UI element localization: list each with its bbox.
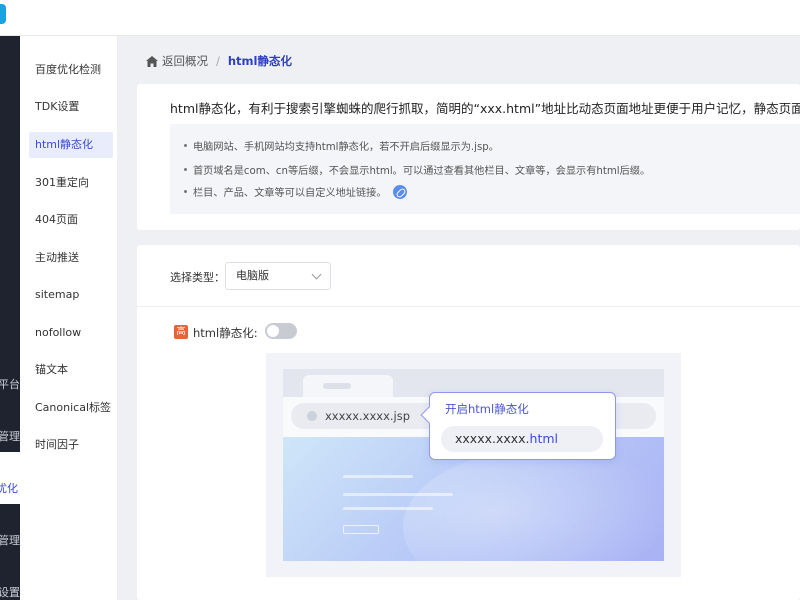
popover-title: 开启html静态化 [445, 402, 529, 416]
notice-item: 栏目、产品、文章等可以自定义地址链接。 [184, 184, 407, 199]
notice-text: 首页域名是com、cn等后缀，不会显示html。可以通过查看其他栏目、文章等，会… [193, 166, 651, 177]
submenu-item-baidu-check[interactable]: 百度优化检测 [29, 57, 113, 83]
bullet-icon [184, 190, 187, 193]
html-popover: 开启html静态化 xxxxx.xxxx.html [420, 392, 616, 460]
settings-card: 选择类型： 电脑版 高 html静态化: xxxxx.xxxx.jsp 开启ht… [137, 245, 800, 600]
submenu-item-301[interactable]: 301重定向 [29, 170, 113, 196]
notice-box: 电脑网站、手机网站均支持html静态化，若不开启后缀显示为.jsp。 首页域名是… [170, 124, 800, 214]
placeholder-line [343, 475, 413, 478]
submenu-item-tdk[interactable]: TDK设置 [29, 94, 113, 120]
breadcrumb: 返回概况 / html静态化 [146, 52, 292, 70]
placeholder-button [343, 525, 379, 534]
url-dot-icon [307, 411, 317, 421]
main-sidebar-dark-top: 平台 管理 [0, 36, 20, 452]
type-select-value: 电脑版 [236, 269, 269, 282]
chevron-down-icon [311, 269, 322, 280]
page-title: html静态化 [227, 54, 292, 68]
submenu-item-push[interactable]: 主动推送 [29, 245, 113, 271]
popover-url: xxxxx.xxxx.html [441, 426, 603, 452]
notice-text: 电脑网站、手机网站均支持html静态化，若不开启后缀显示为.jsp。 [193, 142, 499, 153]
html-static-toggle[interactable] [265, 323, 297, 339]
browser-tab [303, 375, 393, 397]
submenu-item-anchor-text[interactable]: 锚文本 [29, 357, 113, 383]
breadcrumb-separator: / [216, 54, 220, 68]
submenu-item-time-factor[interactable]: 时间因子 [29, 432, 113, 458]
submenu-item-html-static[interactable]: html静态化 [29, 132, 113, 158]
divider [137, 306, 800, 307]
submenu-item-nofollow[interactable]: nofollow [29, 320, 113, 346]
logo [0, 4, 6, 24]
popover-url-base: xxxxx.xxxx. [455, 431, 530, 446]
main-nav-item-manage-2[interactable]: 管理 [0, 532, 20, 548]
popover-url-ext: html [529, 431, 559, 446]
main-sidebar-dark-bottom: 管理 设置 [0, 504, 20, 600]
type-label: 选择类型： [170, 271, 225, 284]
top-header [0, 0, 800, 36]
url-text: xxxxx.xxxx.jsp [325, 409, 411, 423]
main-nav-item-settings[interactable]: 设置 [0, 584, 20, 600]
main-nav-item-platform[interactable]: 平台 [0, 376, 20, 392]
type-select[interactable]: 电脑版 [225, 262, 331, 290]
illustration: xxxxx.xxxx.jsp 开启html静态化 xxxxx.xxxx.html [266, 353, 681, 577]
back-to-overview-link[interactable]: 返回概况 [162, 53, 208, 69]
main-nav-item-manage[interactable]: 管理 [0, 428, 20, 444]
notice-text: 栏目、产品、文章等可以自定义地址链接。 [193, 188, 387, 199]
bullet-icon [184, 168, 187, 171]
html-static-toggle-label: html静态化: [193, 326, 258, 340]
submenu-item-sitemap[interactable]: sitemap [29, 282, 113, 308]
placeholder-line [343, 493, 453, 496]
priority-badge: 高 [174, 325, 188, 339]
main-nav-item-optimize[interactable]: 优化 [0, 480, 18, 496]
bullet-icon [184, 144, 187, 147]
submenu-item-404[interactable]: 404页面 [29, 207, 113, 233]
placeholder-line [343, 507, 433, 510]
wave-decoration [403, 447, 664, 561]
notice-item: 首页域名是com、cn等后缀，不会显示html。可以通过查看其他栏目、文章等，会… [184, 162, 650, 177]
tab-placeholder [323, 383, 351, 389]
intro-card: html静态化，有利于搜索引擎蜘蛛的爬行抓取，简明的“xxx.html”地址比动… [137, 84, 800, 230]
link-icon[interactable] [392, 184, 407, 199]
seo-submenu: 百度优化检测 TDK设置 html静态化 301重定向 404页面 主动推送 s… [20, 36, 118, 600]
notice-item: 电脑网站、手机网站均支持html静态化，若不开启后缀显示为.jsp。 [184, 138, 499, 153]
intro-text: html静态化，有利于搜索引擎蜘蛛的爬行抓取，简明的“xxx.html”地址比动… [170, 101, 800, 116]
home-icon[interactable] [146, 55, 158, 67]
submenu-item-canonical[interactable]: Canonical标签 [29, 395, 113, 421]
